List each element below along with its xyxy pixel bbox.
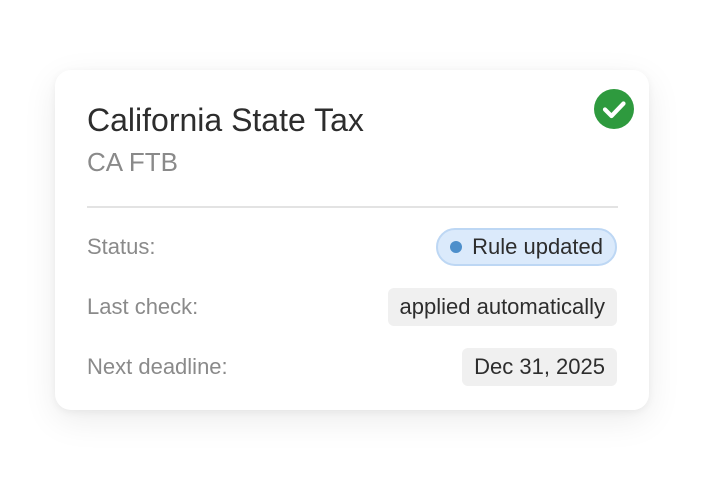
status-value: Rule updated (472, 234, 603, 259)
tax-authority-card: California State Tax CA FTB Status: Rule… (55, 70, 649, 410)
last-check-label: Last check: (87, 294, 199, 319)
status-label: Status: (87, 234, 156, 259)
next-deadline-value: Dec 31, 2025 (462, 348, 617, 386)
check-circle-icon (594, 89, 634, 129)
card-title: California State Tax (87, 102, 364, 138)
divider (87, 206, 618, 208)
last-check-value: applied automatically (387, 288, 617, 326)
status-badge: Rule updated (436, 228, 617, 266)
next-deadline-label: Next deadline: (87, 354, 228, 379)
card-subtitle: CA FTB (87, 147, 179, 177)
status-dot-icon (450, 241, 463, 253)
